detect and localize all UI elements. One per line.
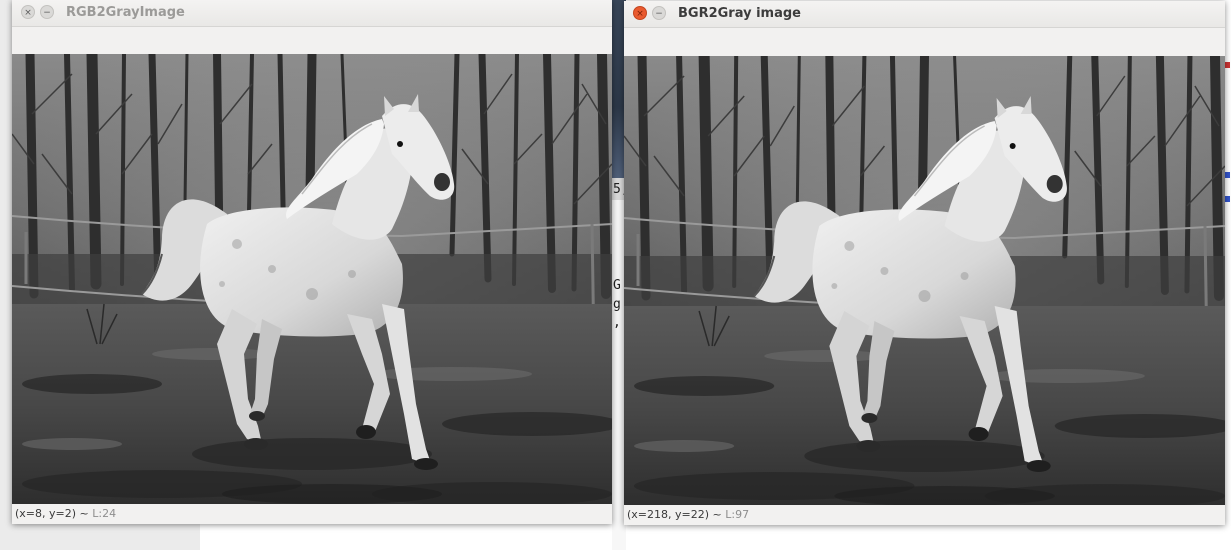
image-window-rgb2gray[interactable]: × − RGB2GrayImage (x=8, y=2) ~ L:24: [12, 0, 612, 524]
background-blue-mark: [1225, 196, 1230, 202]
background-text-fragment: g: [613, 297, 621, 312]
background-right-edge: [1224, 0, 1231, 550]
window-toolbar-area: [624, 28, 1225, 55]
window-toolbar-area: [12, 27, 612, 54]
status-luminance: L:24: [92, 507, 117, 520]
status-coordinates: (x=218, y=22) ~: [627, 508, 726, 521]
status-coordinates: (x=8, y=2) ~: [15, 507, 93, 520]
horse-photo: [12, 54, 612, 504]
grayscale-image-canvas[interactable]: [12, 54, 612, 504]
window-titlebar[interactable]: × − RGB2GrayImage: [12, 0, 612, 27]
window-titlebar[interactable]: × − BGR2Gray image: [624, 1, 1225, 28]
background-text-fragment: G: [613, 278, 621, 293]
minimize-icon[interactable]: −: [40, 5, 54, 19]
close-icon[interactable]: ×: [633, 6, 647, 20]
window-title: RGB2GrayImage: [66, 5, 185, 20]
horse-photo: [624, 56, 1225, 506]
status-bar: (x=8, y=2) ~ L:24: [12, 504, 612, 524]
background-red-mark: [1225, 62, 1230, 68]
minimize-icon[interactable]: −: [652, 6, 666, 20]
close-icon[interactable]: ×: [21, 5, 35, 19]
grayscale-image-canvas[interactable]: [624, 56, 1225, 506]
image-window-bgr2gray[interactable]: × − BGR2Gray image (x=218, y=22) ~ L:97: [624, 1, 1225, 525]
background-text-fragment: ,: [613, 315, 621, 330]
status-bar: (x=218, y=22) ~ L:97: [624, 505, 1225, 525]
window-title: BGR2Gray image: [678, 6, 801, 21]
background-blue-mark: [1225, 172, 1230, 178]
status-luminance: L:97: [725, 508, 750, 521]
